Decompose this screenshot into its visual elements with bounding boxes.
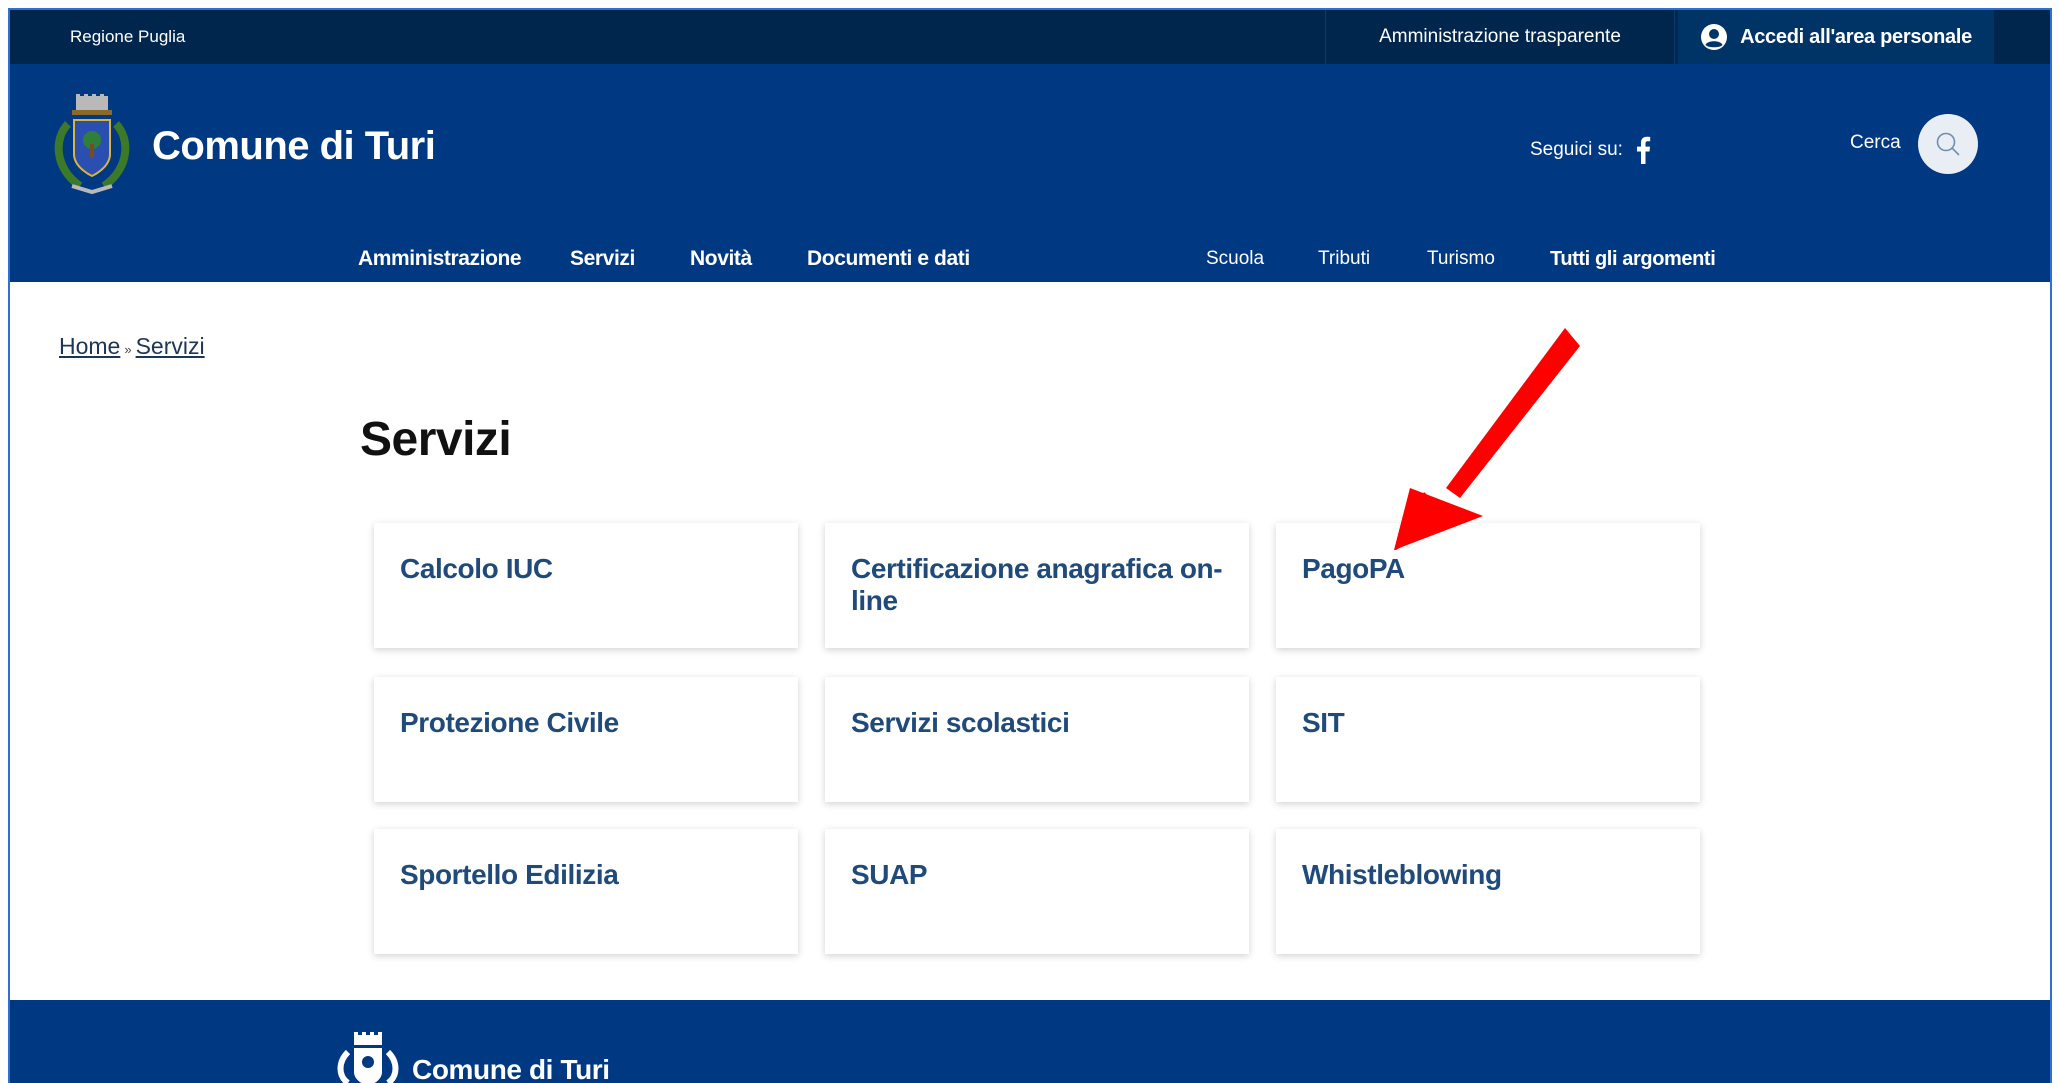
breadcrumb: Home » Servizi — [59, 333, 205, 360]
browser-page: Regione Puglia Amministrazione trasparen… — [0, 0, 2059, 1083]
region-link[interactable]: Regione Puglia — [70, 10, 185, 64]
page-title: Servizi — [360, 413, 512, 466]
breadcrumb-home-link[interactable]: Home — [59, 333, 120, 359]
service-card[interactable]: Whistleblowing — [1276, 829, 1700, 954]
search-icon — [1936, 132, 1960, 156]
search-button[interactable] — [1918, 114, 1978, 174]
service-card[interactable]: Calcolo IUC — [374, 523, 798, 648]
facebook-icon[interactable] — [1635, 136, 1651, 164]
main-navigation: Amministrazione Servizi Novità Documenti… — [10, 236, 2050, 282]
service-card-label: Sportello Edilizia — [400, 859, 619, 890]
search-label: Cerca — [1850, 132, 1901, 153]
service-card[interactable]: Protezione Civile — [374, 677, 798, 802]
service-card[interactable]: Sportello Edilizia — [374, 829, 798, 954]
municipal-crest-icon[interactable] — [50, 94, 134, 198]
service-card-label: SUAP — [851, 859, 928, 890]
topic-item-tributi[interactable]: Tributi — [1318, 236, 1370, 282]
service-card-label: Calcolo IUC — [400, 553, 553, 584]
nav-item-amministrazione[interactable]: Amministrazione — [358, 236, 522, 282]
breadcrumb-current-link[interactable]: Servizi — [136, 333, 205, 359]
site-title[interactable]: Comune di Turi — [152, 124, 436, 169]
breadcrumb-separator: » — [124, 342, 132, 357]
follow-label: Seguici su: — [1530, 139, 1623, 160]
service-card[interactable]: Servizi scolastici — [825, 677, 1249, 802]
service-card-label: Certificazione anagrafica on-line — [851, 553, 1223, 616]
all-topics-link[interactable]: Tutti gli argomenti — [1550, 236, 1716, 282]
nav-item-servizi[interactable]: Servizi — [570, 236, 635, 282]
transparency-link[interactable]: Amministrazione trasparente — [1325, 10, 1675, 64]
service-card-label: PagoPA — [1302, 553, 1405, 584]
social-follow: Seguici su: — [1530, 136, 1651, 164]
login-button[interactable]: Accedi all'area personale — [1678, 10, 1994, 64]
site-header: Comune di Turi Seguici su: Cerca Amminis… — [10, 64, 2050, 282]
red-arrow-icon — [1394, 328, 1580, 550]
top-bar: Regione Puglia Amministrazione trasparen… — [10, 10, 2050, 64]
user-icon — [1701, 24, 1728, 50]
nav-item-documenti[interactable]: Documenti e dati — [807, 236, 970, 282]
site-footer: Comune di Turi — [10, 1000, 2050, 1083]
service-card[interactable]: Certificazione anagrafica on-line — [825, 523, 1249, 648]
topic-item-turismo[interactable]: Turismo — [1427, 236, 1495, 282]
municipal-crest-icon — [337, 1032, 399, 1083]
service-card-label: Protezione Civile — [400, 707, 619, 738]
service-card-label: Whistleblowing — [1302, 859, 1502, 890]
service-card-label: SIT — [1302, 707, 1345, 738]
service-card[interactable]: SUAP — [825, 829, 1249, 954]
service-card[interactable]: SIT — [1276, 677, 1700, 802]
footer-title[interactable]: Comune di Turi — [412, 1054, 610, 1083]
nav-item-novita[interactable]: Novità — [690, 236, 752, 282]
service-card-label: Servizi scolastici — [851, 707, 1070, 738]
login-label: Accedi all'area personale — [1740, 25, 1972, 48]
topic-item-scuola[interactable]: Scuola — [1206, 236, 1264, 282]
